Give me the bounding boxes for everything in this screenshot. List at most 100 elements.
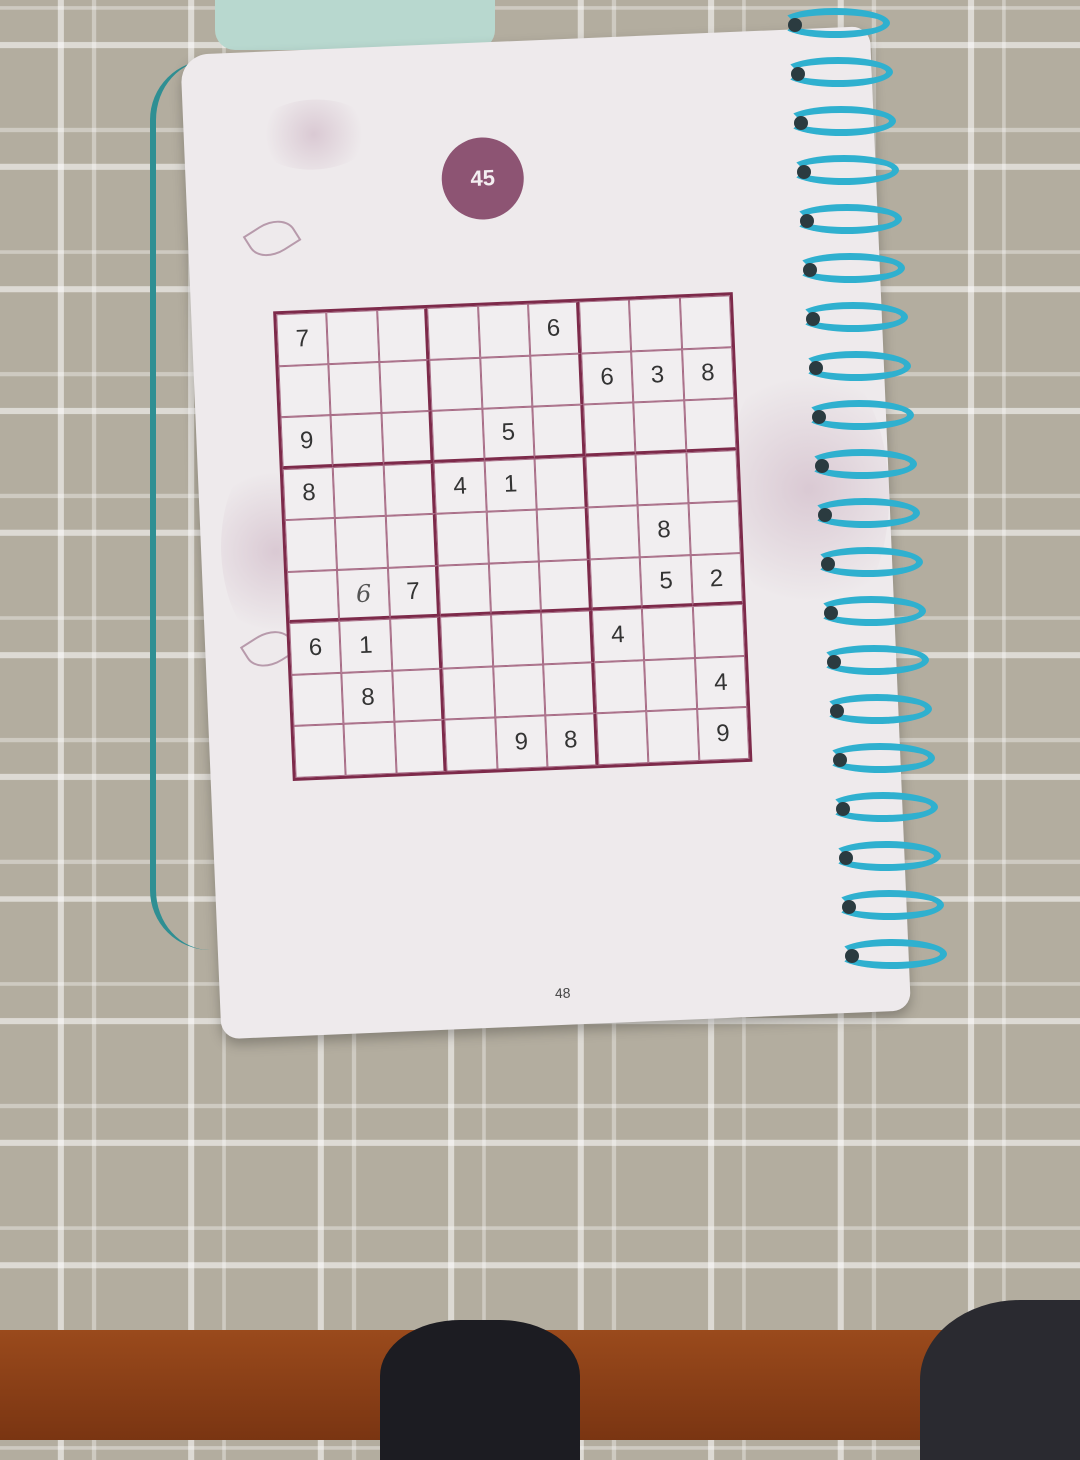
sudoku-cell[interactable]: 4 <box>591 608 645 663</box>
sudoku-cell[interactable] <box>532 404 586 459</box>
sudoku-cell[interactable]: 9 <box>280 415 334 469</box>
binding-hole <box>827 655 841 669</box>
sudoku-cell[interactable] <box>683 398 737 452</box>
sudoku-cell[interactable] <box>629 297 682 352</box>
sudoku-cell[interactable] <box>381 410 434 465</box>
floral-decoration <box>252 97 376 173</box>
sudoku-cell[interactable]: 2 <box>690 552 743 607</box>
shoe <box>380 1320 580 1460</box>
sudoku-cell[interactable] <box>379 359 432 414</box>
sudoku-cell[interactable] <box>444 717 498 772</box>
sudoku-cell[interactable] <box>293 724 347 778</box>
sudoku-cell[interactable]: 7 <box>387 565 441 620</box>
sudoku-cell[interactable] <box>490 612 544 667</box>
sudoku-cell[interactable] <box>291 672 344 727</box>
binding-hole <box>818 508 832 522</box>
sudoku-cell[interactable]: 6 <box>337 567 390 622</box>
sudoku-cell[interactable] <box>685 449 739 504</box>
sudoku-cell[interactable]: 6 <box>580 351 634 405</box>
sudoku-cell[interactable] <box>578 299 632 354</box>
sudoku-cell[interactable]: 9 <box>696 707 750 761</box>
sudoku-cell[interactable] <box>477 303 531 358</box>
sudoku-cell[interactable] <box>595 711 649 766</box>
page-number: 48 <box>554 984 571 1002</box>
sudoku-cell[interactable] <box>679 295 732 349</box>
sudoku-cell[interactable] <box>543 662 596 716</box>
sudoku-cell[interactable] <box>278 363 331 418</box>
binding-hole <box>794 116 808 130</box>
sudoku-cell[interactable]: 8 <box>681 346 735 401</box>
sudoku-cell[interactable] <box>284 518 338 572</box>
sudoku-cell[interactable]: 8 <box>545 713 599 768</box>
sudoku-cell[interactable]: 3 <box>631 348 684 403</box>
sudoku-cell[interactable] <box>431 408 485 463</box>
sudoku-cell[interactable] <box>539 559 592 613</box>
sudoku-cell[interactable]: 1 <box>339 619 393 673</box>
sudoku-cell[interactable] <box>593 660 647 714</box>
sudoku-cell[interactable] <box>287 569 340 624</box>
sudoku-cell[interactable] <box>635 451 689 506</box>
binding-hole <box>839 851 853 865</box>
sudoku-cell[interactable] <box>438 563 491 618</box>
binding-hole <box>809 361 823 375</box>
sudoku-cell[interactable]: 7 <box>276 312 329 366</box>
shoe <box>920 1300 1080 1460</box>
sudoku-cell[interactable] <box>692 604 745 658</box>
spiral-binding <box>770 0 990 1000</box>
sudoku-cell[interactable] <box>389 617 443 671</box>
sudoku-cell[interactable]: 8 <box>637 503 691 558</box>
sudoku-cell[interactable] <box>642 606 695 661</box>
sudoku-cell[interactable] <box>688 501 741 555</box>
sudoku-cell[interactable] <box>644 657 697 712</box>
sudoku-cell[interactable] <box>585 454 638 508</box>
sudoku-cell[interactable]: 8 <box>341 670 395 725</box>
sudoku-cell[interactable] <box>335 516 388 570</box>
sudoku-cell[interactable] <box>429 357 483 411</box>
sudoku-cell[interactable] <box>492 664 546 718</box>
sudoku-grid: 76638958418675261484989 <box>273 292 753 782</box>
sudoku-cell[interactable] <box>488 561 542 615</box>
binding-hole <box>812 410 826 424</box>
sudoku-cell[interactable] <box>541 610 594 665</box>
sudoku-cell[interactable] <box>383 462 437 517</box>
sudoku-cell[interactable] <box>333 464 386 519</box>
sudoku-cell[interactable] <box>377 307 430 362</box>
binding-hole <box>842 900 856 914</box>
sudoku-cell[interactable]: 5 <box>639 554 693 609</box>
sudoku-cell[interactable]: 4 <box>694 655 748 710</box>
binding-hole <box>803 263 817 277</box>
sudoku-cell[interactable] <box>392 668 445 723</box>
sudoku-cell[interactable]: 5 <box>482 406 535 461</box>
sudoku-cell[interactable] <box>633 400 686 455</box>
sudoku-cell[interactable]: 6 <box>289 621 342 675</box>
sudoku-cell[interactable] <box>646 709 699 764</box>
sudoku-cell[interactable]: 9 <box>495 715 548 770</box>
sudoku-cell[interactable]: 1 <box>484 458 537 512</box>
binding-hole <box>821 557 835 571</box>
sudoku-cell[interactable] <box>427 305 480 360</box>
sudoku-cell[interactable] <box>587 505 640 560</box>
binding-hole <box>830 704 844 718</box>
sudoku-cell[interactable] <box>330 413 384 467</box>
sudoku-cell[interactable]: 8 <box>282 466 336 521</box>
sudoku-cell[interactable] <box>582 402 636 457</box>
sudoku-cell[interactable] <box>326 310 380 364</box>
sudoku-cell[interactable] <box>394 720 447 774</box>
binding-hole <box>797 165 811 179</box>
sudoku-cell[interactable] <box>534 456 588 510</box>
binding-hole <box>815 459 829 473</box>
sudoku-cell[interactable]: 4 <box>433 460 487 514</box>
sudoku-cell[interactable] <box>530 353 583 407</box>
sudoku-cell[interactable] <box>442 666 496 721</box>
sudoku-cell[interactable] <box>328 361 382 416</box>
sudoku-cell[interactable] <box>436 511 489 566</box>
sudoku-cell[interactable] <box>479 355 533 409</box>
sudoku-cell[interactable] <box>536 507 590 562</box>
sudoku-cell[interactable]: 6 <box>528 301 581 356</box>
sudoku-cell[interactable] <box>486 509 540 564</box>
sudoku-cell[interactable] <box>440 614 493 669</box>
sudoku-cell[interactable] <box>343 722 397 776</box>
sudoku-cell[interactable] <box>385 513 439 568</box>
binding-hole <box>845 949 859 963</box>
sudoku-cell[interactable] <box>589 557 643 611</box>
